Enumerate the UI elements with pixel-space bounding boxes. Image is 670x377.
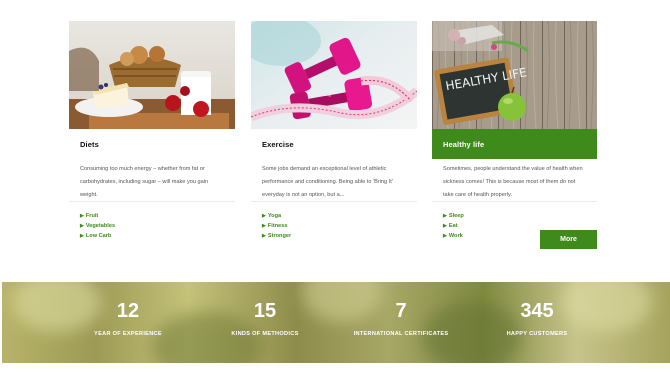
tag-link-low-carb[interactable]: ▶ Low Carb <box>80 231 235 241</box>
card-title: Healthy life <box>443 139 485 149</box>
card-description: Some jobs demand an exceptional level of… <box>262 166 393 198</box>
card-title: Exercise <box>262 139 294 149</box>
tag-link-yoga[interactable]: ▶ Yoga <box>262 211 417 221</box>
tag-list: ▶ Yoga ▶ Fitness ▶ Stronger <box>251 202 417 241</box>
caret-right-icon: ▶ <box>262 213 266 219</box>
caret-right-icon: ▶ <box>443 223 447 229</box>
tag-link-sleep[interactable]: ▶ Sleep <box>443 211 597 221</box>
card-description: Sometimes, people understand the value o… <box>443 166 583 198</box>
stat-label: INTERNATIONAL CERTIFICATES <box>353 331 449 337</box>
tag-link-vegetables[interactable]: ▶ Vegetables <box>80 221 235 231</box>
tag-link-fitness[interactable]: ▶ Fitness <box>262 221 417 231</box>
stat-number: 15 <box>253 300 277 322</box>
stat-label: KINDS OF METHODICS <box>231 331 299 337</box>
card-description: Consuming too much energy – whether from… <box>80 166 209 198</box>
dumbbells-photo: 2.0kg <box>251 21 417 129</box>
stat-number: 345 <box>520 300 554 322</box>
caret-right-icon: ▶ <box>262 223 266 229</box>
tag-list: ▶ Fruit ▶ Vegetables ▶ Low Carb <box>69 202 235 241</box>
stat-methodics: 15 KINDS OF METHODICS <box>200 299 330 337</box>
stat-number: 12 <box>116 300 140 322</box>
caret-right-icon: ▶ <box>443 233 447 239</box>
stats-banner: 12 YEAR OF EXPERIENCE 15 KINDS OF METHOD… <box>2 282 670 363</box>
stat-customers: 345 HAPPY CUSTOMERS <box>472 299 602 337</box>
caret-right-icon: ▶ <box>262 233 266 239</box>
caret-right-icon: ▶ <box>443 213 447 219</box>
card-header: Healthy life <box>432 129 597 159</box>
diet-food-photo <box>69 21 235 129</box>
caret-right-icon: ▶ <box>80 233 84 239</box>
stat-years: 12 YEAR OF EXPERIENCE <box>63 299 193 337</box>
tag-link-stronger[interactable]: ▶ Stronger <box>262 231 417 241</box>
stat-number: 7 <box>395 300 407 322</box>
caret-right-icon: ▶ <box>80 213 84 219</box>
card-healthy-life: HEALTHY LIFE Healthy life Sometimes, peo… <box>432 21 597 241</box>
tag-link-fruit[interactable]: ▶ Fruit <box>80 211 235 221</box>
more-button[interactable]: More <box>540 230 597 249</box>
card-title: Diets <box>80 139 99 149</box>
healthy-life-chalkboard-photo: HEALTHY LIFE <box>432 21 597 129</box>
stat-label: YEAR OF EXPERIENCE <box>94 331 162 337</box>
card-header: Exercise <box>251 129 417 159</box>
card-diets: Diets Consuming too much energy – whethe… <box>69 21 235 241</box>
svg-text:2.0kg: 2.0kg <box>321 92 331 97</box>
card-exercise: 2.0kg Exercise Some jobs demand an excep… <box>251 21 417 241</box>
stat-label: HAPPY CUSTOMERS <box>506 331 568 337</box>
caret-right-icon: ▶ <box>80 223 84 229</box>
stat-certificates: 7 INTERNATIONAL CERTIFICATES <box>336 299 466 337</box>
card-header: Diets <box>69 129 235 159</box>
